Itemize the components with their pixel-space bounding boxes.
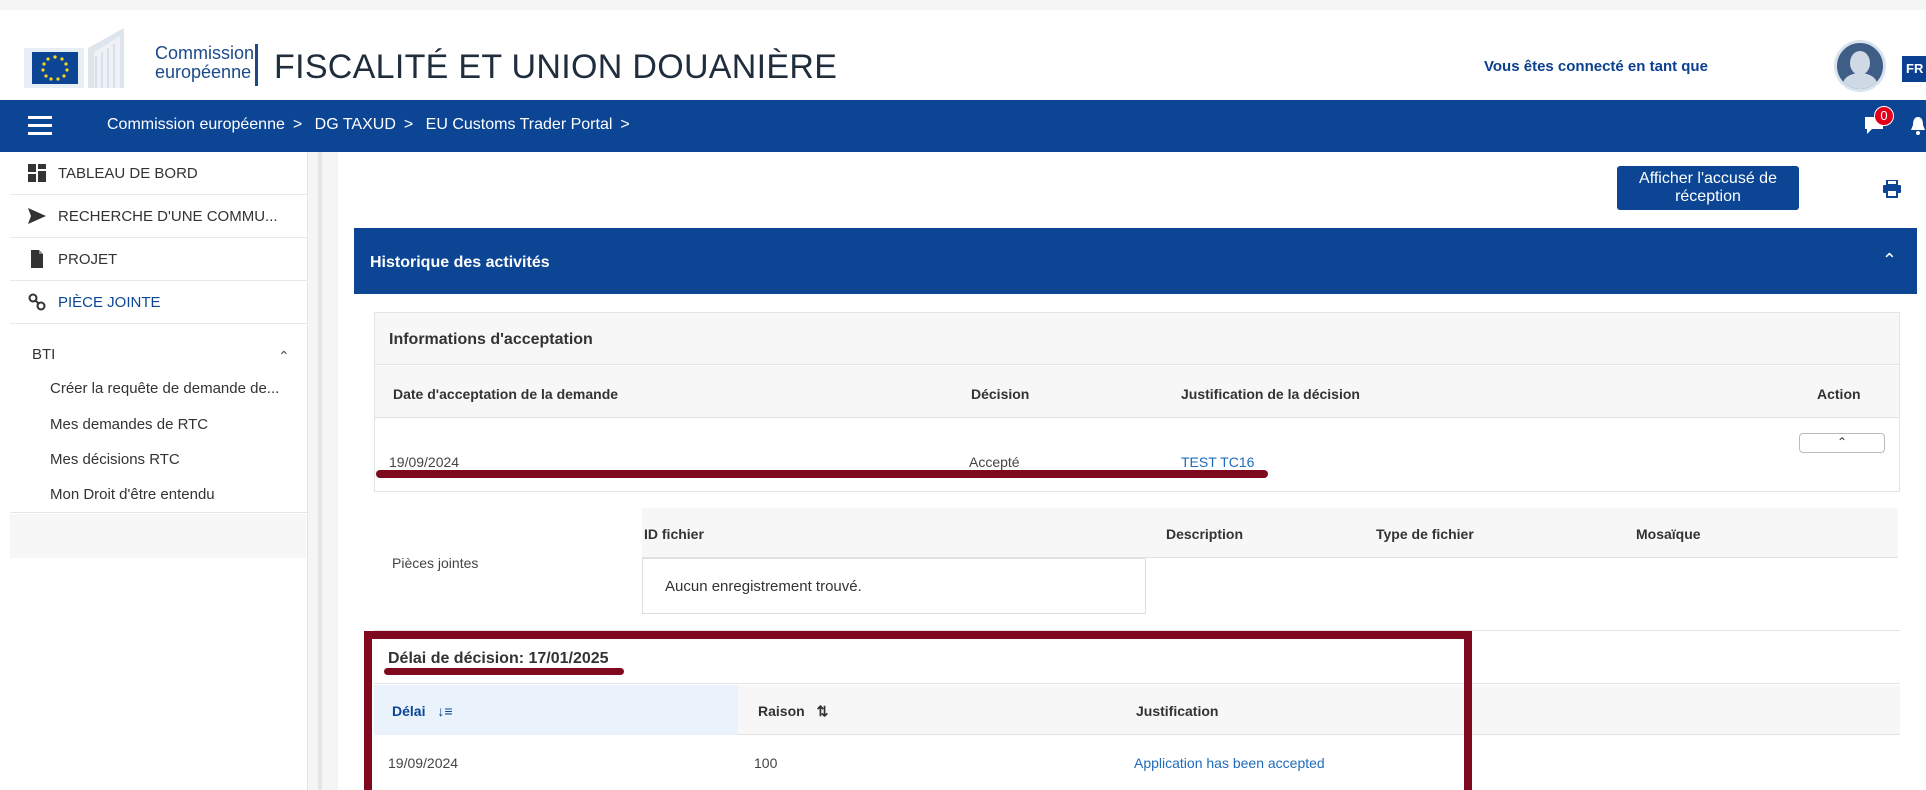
sidebar-footer-area xyxy=(10,514,306,558)
send-icon xyxy=(28,208,46,224)
column-header-justification: Justification de la décision xyxy=(1181,386,1360,402)
column-header-date: Date d'acceptation de la demande xyxy=(393,386,619,402)
top-navbar: Commission européenne > DG TAXUD > EU Cust… xyxy=(0,100,1926,152)
attachments-label: Pièces jointes xyxy=(392,555,479,571)
sidebar-item-label: RECHERCHE D'UNE COMMU... xyxy=(58,208,278,225)
logo-line-1: Commission xyxy=(155,43,255,63)
logo-divider xyxy=(255,44,258,86)
sidebar-group-label: BTI xyxy=(32,346,56,363)
attachments-table-header: ID fichier Description Type de fichier M… xyxy=(642,508,1898,558)
avatar-body xyxy=(1843,73,1877,89)
sidebar-item-attachment[interactable]: PIÈCE JOINTE xyxy=(10,281,308,324)
sidebar-subitem-my-requests[interactable]: Mes demandes de RTC xyxy=(50,416,208,433)
breadcrumb: Commission européenne > DG TAXUD > EU Cust… xyxy=(107,116,638,134)
column-header-file-id: ID fichier xyxy=(644,526,704,542)
acceptance-justification-link[interactable]: TEST TC16 xyxy=(1181,454,1254,470)
show-receipt-button[interactable]: Afficher l'accusé de réception xyxy=(1617,166,1799,210)
column-header-action: Action xyxy=(1817,386,1861,402)
hamburger-menu-icon[interactable] xyxy=(28,116,52,135)
gutter-line xyxy=(318,152,322,790)
sidebar-divider xyxy=(10,512,308,513)
acceptance-decision: Accepté xyxy=(969,454,1020,470)
breadcrumb-item[interactable]: EU Customs Trader Portal xyxy=(426,116,613,133)
dashboard-icon xyxy=(28,164,46,182)
notification-badge: 0 xyxy=(1874,106,1894,126)
history-section-header[interactable]: Historique des activités ⌃ xyxy=(354,228,1917,294)
language-selector[interactable]: FR xyxy=(1902,56,1926,82)
sidebar-item-label: TABLEAU DE BORD xyxy=(58,165,198,182)
column-header-file-type: Type de fichier xyxy=(1376,526,1474,542)
acceptance-title-row: Informations d'acceptation xyxy=(375,313,1899,365)
attachments-panel: Pièces jointes ID fichier Description Ty… xyxy=(374,508,1900,622)
breadcrumb-separator: > xyxy=(620,116,630,133)
app-title: FISCALITÉ ET UNION DOUANIÈRE xyxy=(274,48,838,86)
user-avatar[interactable] xyxy=(1834,40,1886,92)
sidebar-item-label: PIÈCE JOINTE xyxy=(58,294,161,311)
chevron-up-icon[interactable]: ⌃ xyxy=(278,348,290,365)
expand-row-button[interactable]: ⌃ xyxy=(1799,433,1885,453)
sidebar: TABLEAU DE BORD RECHERCHE D'UNE COMMU...… xyxy=(10,152,308,790)
chevron-up-icon: ⌃ xyxy=(1836,435,1848,449)
logo-line-2: européenne xyxy=(155,62,252,82)
acceptance-panel: Informations d'acceptation Date d'accept… xyxy=(374,312,1900,492)
sidebar-group-bti[interactable]: BTI ⌃ xyxy=(10,336,308,372)
breadcrumb-item[interactable]: DG TAXUD xyxy=(315,116,396,133)
link-icon xyxy=(28,293,46,311)
sidebar-item-project[interactable]: PROJET xyxy=(10,238,308,281)
breadcrumb-separator: > xyxy=(403,116,414,133)
bell-icon[interactable] xyxy=(1910,116,1926,136)
sidebar-item-search[interactable]: RECHERCHE D'UNE COMMU... xyxy=(10,195,308,238)
acceptance-table-header: Date d'acceptation de la demande Décisio… xyxy=(375,366,1899,418)
avatar-head xyxy=(1850,51,1870,75)
sidebar-subitem-create-request[interactable]: Créer la requête de demande de... xyxy=(50,380,279,397)
empty-result-box: Aucun enregistrement trouvé. xyxy=(642,558,1146,614)
column-header-decision: Décision xyxy=(971,386,1030,402)
sidebar-subitem-my-decisions[interactable]: Mes décisions RTC xyxy=(50,451,180,468)
annotation-underline xyxy=(376,470,1268,478)
print-icon[interactable] xyxy=(1882,180,1902,198)
sidebar-item-label: PROJET xyxy=(58,251,118,268)
sidebar-gutter xyxy=(308,152,338,790)
logged-in-text: Vous êtes connecté en tant que xyxy=(1484,58,1708,75)
sidebar-item-dashboard[interactable]: TABLEAU DE BORD xyxy=(10,152,308,195)
page-header: Commission européenne FISCALITÉ ET UNION… xyxy=(0,0,1926,100)
chevron-up-icon[interactable]: ⌃ xyxy=(1882,250,1897,271)
sidebar-subitem-right-to-be-heard[interactable]: Mon Droit d'être entendu xyxy=(50,486,215,503)
logo-text: Commission européenne xyxy=(155,44,254,82)
history-title: Historique des activités xyxy=(370,254,550,271)
empty-result-text: Aucun enregistrement trouvé. xyxy=(665,578,862,595)
document-icon xyxy=(31,250,43,268)
annotation-frame xyxy=(364,631,1472,790)
acceptance-date: 19/09/2024 xyxy=(389,454,460,470)
breadcrumb-separator: > xyxy=(292,116,303,133)
eu-commission-logo xyxy=(24,28,124,88)
breadcrumb-item[interactable]: Commission européenne xyxy=(107,116,285,133)
column-header-description: Description xyxy=(1166,526,1244,542)
column-header-mosaic: Mosaïque xyxy=(1636,526,1701,542)
acceptance-title: Informations d'acceptation xyxy=(389,331,593,348)
